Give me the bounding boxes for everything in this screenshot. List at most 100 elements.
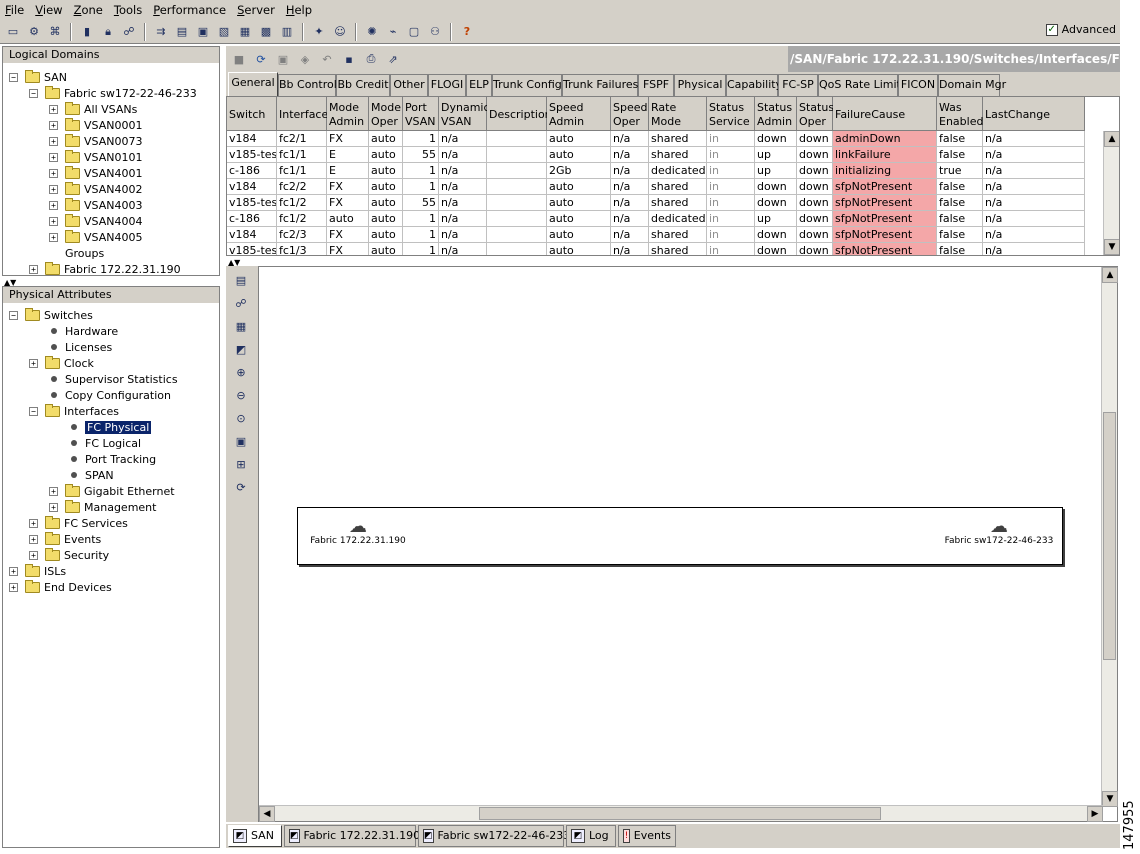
expand-toggle-icon[interactable]: + [49,486,58,496]
table-cell[interactable] [487,163,547,179]
layout-icon[interactable]: ▤ [232,271,250,289]
table-cell[interactable]: up [755,147,797,163]
scroll-down-icon[interactable]: ▼ [1102,791,1118,807]
table-cell[interactable]: in [707,227,755,243]
gear-icon[interactable]: ✦ [310,23,328,41]
column-header-failurecause[interactable]: FailureCause [833,97,937,131]
column-header-mode-oper[interactable]: Mode Oper [369,97,403,131]
table-cell[interactable]: n/a [611,211,649,227]
table-cell[interactable]: 1 [403,243,439,255]
table-cell[interactable]: n/a [439,131,487,147]
tree-item-vsan4002[interactable]: + VSAN4002 [49,181,142,197]
table-cell[interactable]: n/a [983,179,1085,195]
zoom-out-icon[interactable]: ⊖ [232,386,250,404]
menu-zone[interactable]: Zone [69,3,109,17]
table-cell[interactable]: n/a [983,147,1085,163]
zoom-in-icon[interactable]: ⊕ [232,363,250,381]
table-cell[interactable]: down [755,227,797,243]
tree-item-fc-logical[interactable]: FC Logical [69,435,141,451]
table-vertical-scrollbar[interactable]: ▲ ▼ [1103,131,1119,255]
expand-toggle-icon[interactable]: + [49,136,58,146]
tab-flogi[interactable]: FLOGI [428,74,466,96]
table-cell[interactable]: false [937,211,983,227]
tree-item-hardware[interactable]: Hardware [49,323,118,339]
column-header-mode-admin[interactable]: Mode Admin [327,97,369,131]
table-cell[interactable]: v184 [227,227,277,243]
table-cell[interactable]: n/a [439,179,487,195]
graph-icon[interactable]: ⌁ [384,23,402,41]
table-cell[interactable]: E [327,147,369,163]
table-cell[interactable]: auto [369,131,403,147]
advanced-toggle[interactable]: ✓ Advanced [1045,23,1116,36]
table-cell[interactable]: n/a [983,195,1085,211]
table-cell[interactable]: auto [369,227,403,243]
help-icon[interactable]: ? [458,23,476,41]
menu-file[interactable]: File [0,3,30,17]
expand-toggle-icon[interactable]: + [49,502,58,512]
expand-toggle-icon[interactable]: − [29,88,38,98]
switch-icon[interactable]: ⇉ [152,23,170,41]
table-cell[interactable]: false [937,195,983,211]
expand-toggle-icon[interactable]: − [9,310,18,320]
table-cell[interactable]: false [937,131,983,147]
table-cell[interactable]: fc1/1 [277,163,327,179]
refresh-icon[interactable]: ⟳ [252,50,270,68]
tree-item-vsan0101[interactable]: + VSAN0101 [49,149,142,165]
table-cell[interactable]: fc1/1 [277,147,327,163]
tree-item-vsan0073[interactable]: + VSAN0073 [49,133,142,149]
column-header-description[interactable]: Description [487,97,552,131]
table-cell[interactable]: shared [649,195,707,211]
table-cell[interactable]: n/a [983,131,1085,147]
table-cell[interactable]: 1 [403,227,439,243]
tab-general[interactable]: General [228,72,278,96]
menu-performance[interactable]: Performance [148,3,232,17]
tree-item-all-vsans[interactable]: + All VSANs [49,101,137,117]
table-cell[interactable]: v185-test [227,147,277,163]
fabric-node-left[interactable]: ☁ Fabric 172.22.31.190 [308,518,408,547]
map-tab-log[interactable]: ◩ Log [566,825,616,847]
table-cell[interactable]: fc1/2 [277,211,327,227]
failure-cause-cell[interactable]: sfpNotPresent [833,243,937,255]
map-tab-san[interactable]: ◩ SAN [228,825,282,847]
table-cell[interactable]: 55 [403,195,439,211]
table-cell[interactable]: auto [547,147,611,163]
table-cell[interactable]: down [755,243,797,255]
table-cell[interactable]: down [797,211,833,227]
table-cell[interactable]: in [707,243,755,255]
table-cell[interactable]: down [797,147,833,163]
table-cell[interactable]: 1 [403,211,439,227]
table-cell[interactable]: n/a [611,243,649,255]
table-cell[interactable]: false [937,243,983,255]
expand-toggle-icon[interactable]: + [49,200,58,210]
column-header-status-oper[interactable]: Status Oper [797,97,834,131]
scroll-thumb[interactable] [1103,412,1116,660]
table-cell[interactable] [487,179,547,195]
lock-icon[interactable]: 🔒︎ [99,23,117,41]
table-cell[interactable]: n/a [611,195,649,211]
scroll-thumb[interactable] [479,807,881,820]
tab-trunk-failures[interactable]: Trunk Failures [562,74,638,96]
table-cell[interactable]: in [707,179,755,195]
binoculars-icon[interactable]: ⌘ [46,23,64,41]
table-cell[interactable] [487,147,547,163]
tree-item-vsan4004[interactable]: + VSAN4004 [49,213,142,229]
failure-cause-cell[interactable]: sfpNotPresent [833,227,937,243]
expand-toggle-icon[interactable]: + [49,168,58,178]
column-header-was-enabled[interactable]: Was Enabled [937,97,983,131]
topology-icon[interactable]: ☍ [232,294,250,312]
doc-icon[interactable]: ▧ [215,23,233,41]
column-header-lastchange[interactable]: LastChange [983,97,1085,131]
expand-toggle-icon[interactable]: + [49,232,58,242]
tree-item-isls[interactable]: + ISLs [9,563,66,579]
table-cell[interactable]: FX [327,243,369,255]
table-cell[interactable]: true [937,163,983,179]
map-tab-fabric-172-22-31-190[interactable]: ◩ Fabric 172.22.31.190 [284,825,420,847]
overview-icon[interactable]: ▣ [232,432,250,450]
column-header-status-service[interactable]: Status Service [707,97,755,131]
failure-cause-cell[interactable]: sfpNotPresent [833,211,937,227]
table-cell[interactable]: fc2/3 [277,227,327,243]
tab-bb-control[interactable]: Bb Control [278,74,337,96]
print-icon[interactable]: ⎙ [362,50,380,68]
tree-item-groups[interactable]: Groups [65,245,104,261]
table-cell[interactable]: v185-test [227,243,277,255]
